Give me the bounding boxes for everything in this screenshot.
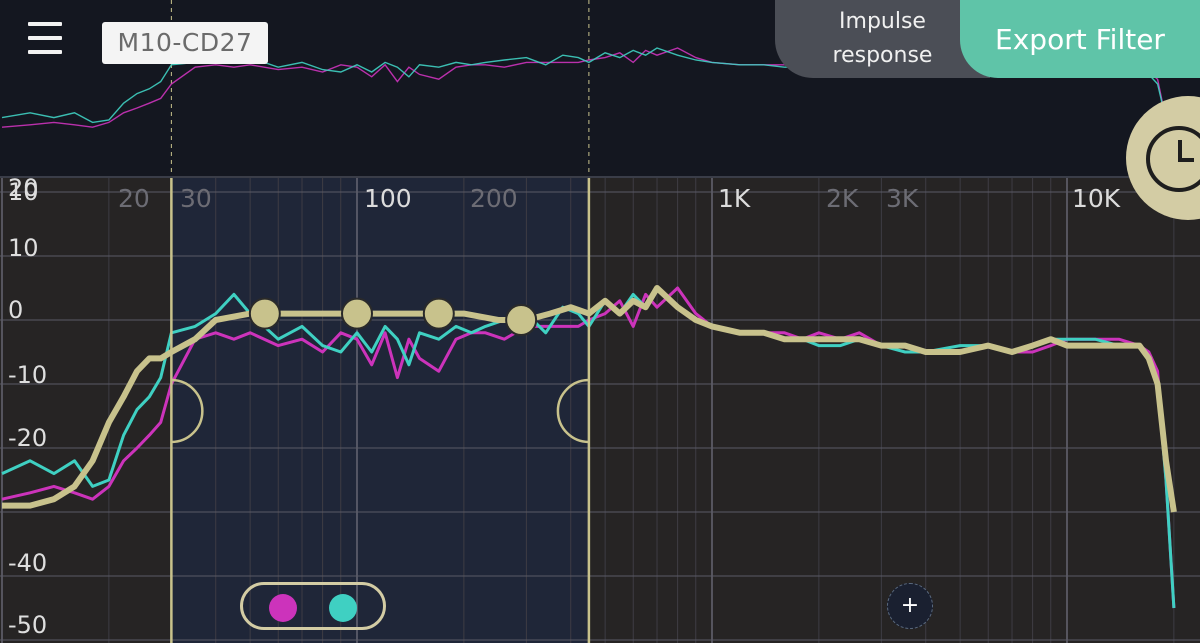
x-tick-label: 100 bbox=[364, 184, 412, 213]
tab-impulse-response[interactable]: Impulse response bbox=[775, 0, 990, 78]
eq-control-point[interactable] bbox=[422, 297, 455, 330]
hamburger-icon[interactable] bbox=[28, 22, 62, 62]
x-tick-label: 1K bbox=[718, 184, 751, 213]
menu-bar bbox=[28, 50, 62, 54]
left-channel-dot[interactable] bbox=[269, 594, 297, 622]
eq-control-point[interactable] bbox=[505, 304, 538, 336]
x-tick-label: 20 bbox=[118, 184, 150, 213]
x-tick-label: 2K bbox=[826, 184, 859, 213]
y-tick-label: 10 bbox=[8, 178, 39, 206]
frequency-response-chart[interactable]: 2010100-10-20-40-5020 30 100 200 1K 2K 3K 10K bbox=[0, 178, 1200, 643]
x-tick-label: 3K bbox=[886, 184, 919, 213]
view-tabs: Impulse response Export Filter bbox=[775, 0, 1200, 78]
y-tick-label: -20 bbox=[8, 424, 47, 452]
eq-control-point[interactable] bbox=[341, 297, 373, 330]
clock-hand bbox=[1178, 158, 1194, 162]
menu-bar bbox=[28, 36, 62, 40]
x-tick-label: 200 bbox=[470, 184, 518, 213]
x-tick-label: 30 bbox=[180, 184, 212, 213]
y-tick-label: -10 bbox=[8, 361, 47, 389]
device-label[interactable]: M10-CD27 bbox=[102, 22, 268, 64]
eq-graph[interactable]: 20 10 10 0 -10 -20 -40 -50 20 30 100 200 1K 2K 3K 10K bbox=[0, 178, 1200, 643]
eq-control-point[interactable] bbox=[248, 297, 281, 330]
clock-icon bbox=[1146, 126, 1200, 192]
x-tick-label: 10K bbox=[1072, 184, 1121, 213]
y-tick-label: 10 bbox=[8, 234, 39, 262]
right-channel-dot[interactable] bbox=[329, 594, 357, 622]
y-tick-label: 0 bbox=[8, 296, 23, 324]
y-tick-label: -50 bbox=[8, 611, 47, 639]
tab-impulse-line2: response bbox=[832, 43, 933, 68]
plus-icon: + bbox=[900, 593, 920, 618]
menu-bar bbox=[28, 22, 62, 26]
export-filter-button[interactable]: Export Filter bbox=[960, 0, 1200, 78]
add-point-button[interactable]: + bbox=[887, 583, 933, 629]
channel-toggle[interactable] bbox=[240, 582, 386, 630]
tab-impulse-line1: Impulse bbox=[839, 9, 926, 34]
y-tick-label: -40 bbox=[8, 549, 47, 577]
